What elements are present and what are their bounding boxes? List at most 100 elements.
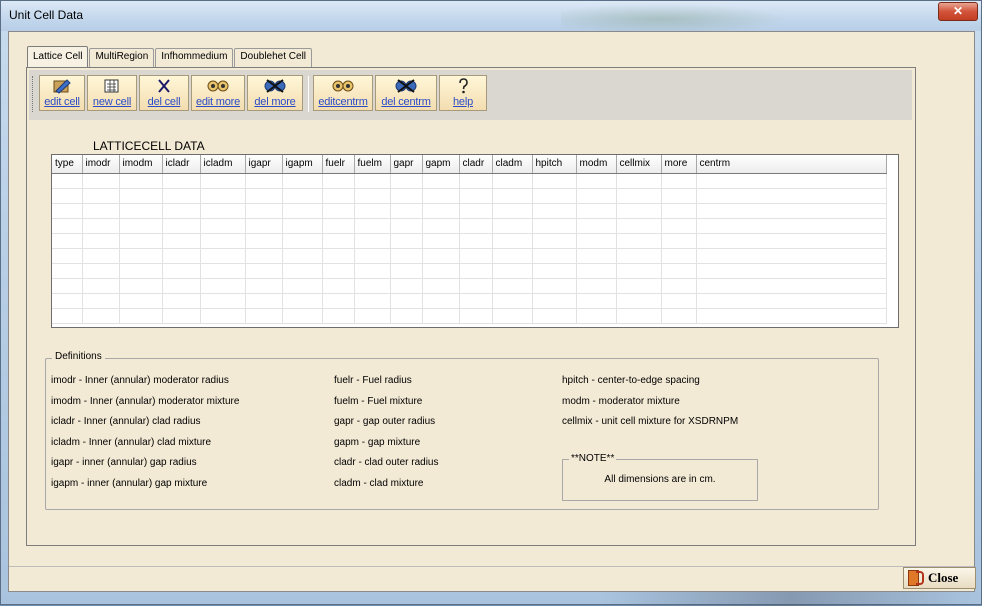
table-cell[interactable] [492,263,533,279]
table-cell[interactable] [282,218,323,234]
table-cell[interactable] [390,263,423,279]
table-cell[interactable] [532,173,577,189]
tab-infhommedium[interactable]: Infhommedium [155,48,234,67]
column-header-fuelm[interactable]: fuelm [354,155,391,174]
table-cell[interactable] [322,203,355,219]
table-cell[interactable] [422,173,460,189]
latticecell-grid[interactable]: type imodr imodm icladr icladm igapr igapm fuel… [51,154,899,328]
table-cell[interactable] [492,173,533,189]
table-cell[interactable] [245,173,283,189]
table-cell[interactable] [82,263,120,279]
title-bar[interactable]: Unit Cell Data ✕ [1,1,981,31]
table-cell[interactable] [82,293,120,309]
edit-cell-button[interactable]: edit cell [39,75,85,111]
table-cell[interactable] [616,203,662,219]
table-cell[interactable] [119,293,163,309]
table-cell[interactable] [200,308,246,324]
table-cell[interactable] [245,188,283,204]
table-cell[interactable] [322,173,355,189]
table-cell[interactable] [200,278,246,294]
edit-more-button[interactable]: edit more [191,75,245,111]
table-cell[interactable] [322,278,355,294]
table-cell[interactable] [282,293,323,309]
table-cell[interactable] [422,248,460,264]
column-header-imodm[interactable]: imodm [119,155,163,174]
table-cell[interactable] [282,203,323,219]
table-cell[interactable] [52,188,83,204]
table-cell[interactable] [459,173,493,189]
table-cell[interactable] [661,308,697,324]
edit-centrm-button[interactable]: editcentrm [313,75,373,111]
table-cell[interactable] [119,308,163,324]
tab-lattice-cell[interactable]: Lattice Cell [27,46,89,67]
table-cell[interactable] [200,263,246,279]
table-cell[interactable] [390,233,423,249]
table-cell[interactable] [82,218,120,234]
table-cell[interactable] [354,233,391,249]
table-cell[interactable] [52,248,83,264]
table-cell[interactable] [616,278,662,294]
table-cell[interactable] [696,263,887,279]
del-centrm-button[interactable]: del centrm [375,75,437,111]
table-cell[interactable] [616,263,662,279]
table-cell[interactable] [162,173,201,189]
table-cell[interactable] [390,203,423,219]
column-header-type[interactable]: type [52,155,83,174]
table-cell[interactable] [390,173,423,189]
table-cell[interactable] [576,203,617,219]
table-cell[interactable] [492,248,533,264]
table-cell[interactable] [119,218,163,234]
table-cell[interactable] [390,293,423,309]
table-cell[interactable] [422,308,460,324]
table-cell[interactable] [282,233,323,249]
table-cell[interactable] [576,263,617,279]
column-header-more[interactable]: more [661,155,697,174]
table-cell[interactable] [282,188,323,204]
table-cell[interactable] [322,263,355,279]
table-cell[interactable] [82,188,120,204]
table-cell[interactable] [354,263,391,279]
table-cell[interactable] [696,173,887,189]
column-header-cladr[interactable]: cladr [459,155,493,174]
table-cell[interactable] [532,293,577,309]
table-row[interactable] [52,293,887,309]
table-cell[interactable] [322,308,355,324]
table-cell[interactable] [119,173,163,189]
help-button[interactable]: help [439,75,487,111]
table-cell[interactable] [459,203,493,219]
column-header-hpitch[interactable]: hpitch [532,155,577,174]
tab-doublehet-cell[interactable]: Doublehet Cell [234,48,313,67]
table-cell[interactable] [459,188,493,204]
table-cell[interactable] [52,308,83,324]
table-cell[interactable] [459,218,493,234]
column-header-cladm[interactable]: cladm [492,155,533,174]
table-cell[interactable] [390,188,423,204]
table-cell[interactable] [532,218,577,234]
table-cell[interactable] [661,203,697,219]
table-cell[interactable] [322,248,355,264]
table-cell[interactable] [661,173,697,189]
table-cell[interactable] [354,188,391,204]
table-cell[interactable] [200,173,246,189]
table-cell[interactable] [459,293,493,309]
table-cell[interactable] [390,278,423,294]
table-cell[interactable] [492,218,533,234]
table-cell[interactable] [532,248,577,264]
table-cell[interactable] [82,203,120,219]
table-cell[interactable] [245,203,283,219]
table-cell[interactable] [576,308,617,324]
table-cell[interactable] [162,293,201,309]
table-cell[interactable] [532,233,577,249]
table-cell[interactable] [422,203,460,219]
column-header-cellmix[interactable]: cellmix [616,155,662,174]
table-cell[interactable] [696,278,887,294]
table-cell[interactable] [354,248,391,264]
table-cell[interactable] [245,293,283,309]
table-cell[interactable] [616,248,662,264]
table-cell[interactable] [532,263,577,279]
table-row[interactable] [52,278,887,294]
table-cell[interactable] [661,278,697,294]
table-cell[interactable] [616,218,662,234]
table-cell[interactable] [616,188,662,204]
table-cell[interactable] [200,248,246,264]
